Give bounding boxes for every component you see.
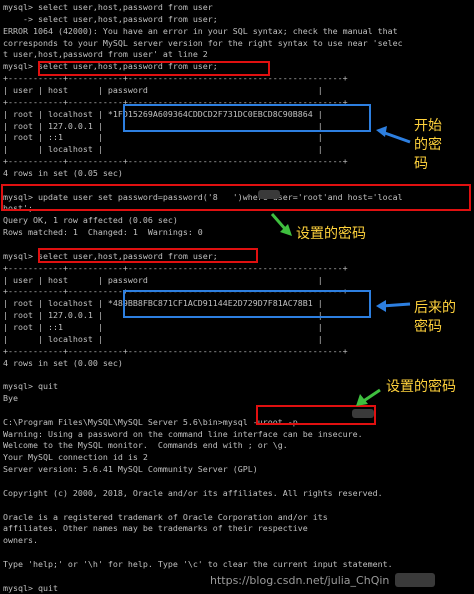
obscured-watermark-part	[395, 573, 435, 587]
terminal-line: 4 rows in set (0.05 sec)	[3, 167, 123, 178]
arrow-icon-original	[376, 126, 411, 144]
terminal-line: Bye	[3, 393, 18, 404]
arrow-icon-new-password	[376, 300, 411, 312]
obscured-password-2	[352, 409, 374, 418]
select-command-highlight-2	[38, 248, 258, 263]
terminal-line: mysql> quit	[3, 381, 58, 392]
terminal-line: ERROR 1064 (42000): You have an error in…	[3, 25, 398, 36]
terminal-line: +-----------+-----------+---------------…	[3, 262, 348, 273]
terminal-line: t user,host,password from user' at line …	[3, 49, 208, 60]
annotation-new-password: 后来的 密码	[414, 300, 456, 335]
terminal-line: -> select user,host,password from user;	[3, 13, 218, 24]
arrow-icon-set-password	[270, 213, 292, 236]
annotation-set-password: 设置的密码	[296, 226, 366, 242]
terminal-line: C:\Program Files\MySQL\MySQL Server 5.6\…	[3, 416, 298, 427]
arrow-icon-set-password-2	[356, 388, 381, 406]
terminal-line: Copyright (c) 2000, 2018, Oracle and/or …	[3, 487, 383, 498]
terminal-line: Rows matched: 1 Changed: 1 Warnings: 0	[3, 227, 203, 238]
terminal-line: Query OK, 1 row affected (0.06 sec)	[3, 215, 178, 226]
terminal-line: mysql> quit	[3, 582, 58, 593]
terminal-line: affiliates. Other names may be trademark…	[3, 523, 308, 534]
terminal-line: +-----------+-----------+---------------…	[3, 345, 348, 356]
terminal-line: Welcome to the MySQL monitor. Commands e…	[3, 440, 288, 451]
terminal-line: Server version: 5.6.41 MySQL Community S…	[3, 464, 258, 475]
terminal-line: corresponds to your MySQL server version…	[3, 37, 403, 48]
terminal-line: | | localhost | |	[3, 144, 323, 155]
obscured-password-1	[258, 190, 280, 199]
terminal-line: | root | ::1 | |	[3, 132, 323, 143]
terminal-line: 4 rows in set (0.00 sec)	[3, 357, 123, 368]
annotation-original-password: 开始 的密 码	[414, 118, 442, 172]
terminal-line: Warning: Using a password on the command…	[3, 428, 363, 439]
select-command-highlight-1	[38, 61, 270, 76]
original-password-highlight	[123, 104, 371, 132]
terminal-line: +-----------+-----------+---------------…	[3, 156, 348, 167]
update-command-highlight	[1, 184, 471, 211]
new-password-highlight	[123, 290, 371, 318]
terminal-line: | user | host | password |	[3, 274, 323, 285]
terminal-line: | user | host | password |	[3, 84, 323, 95]
terminal-line: | | localhost | |	[3, 333, 323, 344]
terminal-line: Type 'help;' or '\h' for help. Type '\c'…	[3, 558, 393, 569]
annotation-set-password-2: 设置的密码	[386, 379, 456, 395]
terminal-line: Oracle is a registered trademark of Orac…	[3, 511, 328, 522]
terminal-line: | root | ::1 | |	[3, 321, 323, 332]
terminal-line: Your MySQL connection id is 2	[3, 452, 148, 463]
terminal-line: mysql> select user,host,password from us…	[3, 2, 213, 12]
terminal-line: owners.	[3, 535, 38, 546]
watermark: https://blog.csdn.net/julia_ChQin	[210, 574, 390, 587]
